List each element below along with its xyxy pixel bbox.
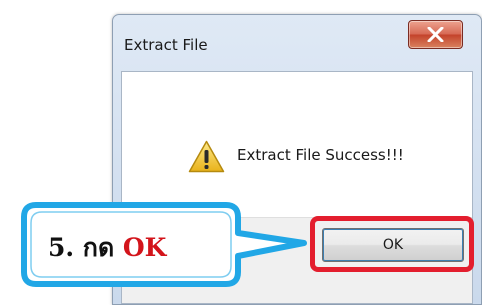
callout-step-text: 5. กด bbox=[48, 233, 123, 262]
callout-highlight-text: OK bbox=[122, 233, 167, 262]
callout-text: 5. กด OK bbox=[48, 228, 166, 268]
